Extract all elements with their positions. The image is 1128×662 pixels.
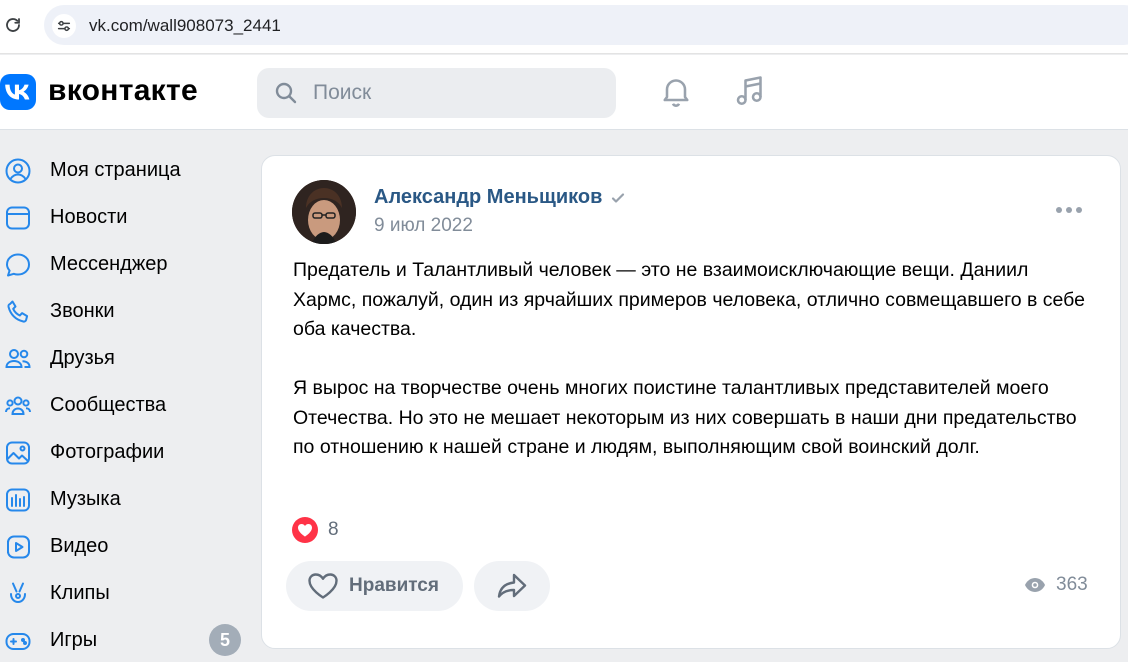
sidebar-item-label: Игры — [50, 629, 98, 651]
sidebar-item-clips[interactable]: Клипы — [0, 569, 250, 616]
more-options-icon[interactable] — [1056, 203, 1084, 217]
sidebar-item-friends[interactable]: Друзья — [0, 334, 250, 381]
sidebar-item-label: Клипы — [50, 582, 110, 604]
sidebar-item-label: Звонки — [50, 300, 115, 322]
post-date[interactable]: 9 июл 2022 — [374, 215, 473, 237]
games-icon — [4, 627, 32, 655]
vk-logo-text[interactable]: вконтакте — [48, 74, 198, 108]
search-icon — [275, 82, 297, 104]
sidebar-item-label: Друзья — [50, 347, 115, 369]
music-note-icon[interactable] — [732, 73, 768, 109]
author-name[interactable]: Александр Меньщиков — [374, 186, 602, 209]
like-button[interactable]: Нравится — [286, 561, 463, 611]
url-text[interactable]: vk.com/wall908073_2441 — [89, 16, 281, 36]
heart-reaction-icon — [292, 517, 318, 543]
reactions-count: 8 — [328, 519, 339, 540]
sidebar-item-games[interactable]: Игры 5 — [0, 616, 250, 662]
communities-icon — [4, 392, 32, 420]
search-box[interactable] — [257, 68, 616, 118]
friends-icon — [4, 345, 32, 373]
sidebar-item-label: Фотографии — [50, 441, 165, 463]
messenger-icon — [4, 251, 32, 279]
post-paragraph: Я вырос на творчестве очень многих поист… — [293, 377, 1077, 458]
left-sidebar: Моя страница Новости Мессенджер Звонки Д… — [0, 146, 250, 662]
sidebar-item-calls[interactable]: Звонки — [0, 287, 250, 334]
verified-check-icon — [610, 190, 626, 206]
sidebar-item-label: Музыка — [50, 488, 121, 510]
sidebar-item-label: Мессенджер — [50, 253, 168, 275]
sidebar-item-photos[interactable]: Фотографии — [0, 428, 250, 475]
search-input[interactable] — [313, 68, 603, 118]
author-avatar[interactable] — [292, 180, 356, 244]
video-icon — [4, 533, 32, 561]
vk-logo-icon[interactable] — [0, 74, 36, 110]
site-header: вконтакте — [0, 55, 1128, 130]
sidebar-item-label: Видео — [50, 535, 109, 557]
sidebar-item-my-page[interactable]: Моя страница — [0, 146, 250, 193]
sidebar-item-label: Новости — [50, 206, 128, 228]
bell-icon[interactable] — [658, 73, 694, 109]
sidebar-item-music[interactable]: Музыка — [0, 475, 250, 522]
sidebar-item-label: Моя страница — [50, 159, 181, 181]
like-button-label: Нравится — [349, 575, 439, 596]
photos-icon — [4, 439, 32, 467]
browser-toolbar: vk.com/wall908073_2441 — [0, 0, 1128, 54]
post-paragraph: Предатель и Талантливый человек — это не… — [293, 259, 1085, 340]
post-text: Предатель и Талантливый человек — это не… — [293, 256, 1093, 463]
share-button[interactable] — [474, 561, 550, 611]
sidebar-item-messenger[interactable]: Мессенджер — [0, 240, 250, 287]
reload-icon[interactable] — [2, 14, 24, 36]
reactions-summary[interactable]: 8 — [292, 517, 339, 543]
notification-badge: 5 — [209, 624, 241, 656]
wall-post: Александр Меньщиков 9 июл 2022 Предатель… — [261, 155, 1121, 649]
sidebar-item-video[interactable]: Видео — [0, 522, 250, 569]
profile-icon — [4, 157, 32, 185]
sidebar-item-news[interactable]: Новости — [0, 193, 250, 240]
heart-outline-icon — [307, 572, 339, 600]
share-arrow-icon — [497, 573, 527, 598]
eye-icon — [1025, 578, 1045, 592]
site-settings-icon[interactable] — [52, 14, 76, 38]
author-name-link[interactable]: Александр Меньщиков — [374, 186, 626, 209]
clips-icon — [4, 580, 32, 608]
phone-icon — [4, 298, 32, 326]
views-count: 363 — [1056, 574, 1088, 595]
music-icon — [4, 486, 32, 514]
news-icon — [4, 204, 32, 232]
sidebar-item-label: Сообщества — [50, 394, 167, 416]
sidebar-item-communities[interactable]: Сообщества — [0, 381, 250, 428]
views-counter: 363 — [1024, 574, 1088, 596]
address-bar[interactable]: vk.com/wall908073_2441 — [44, 5, 1128, 45]
